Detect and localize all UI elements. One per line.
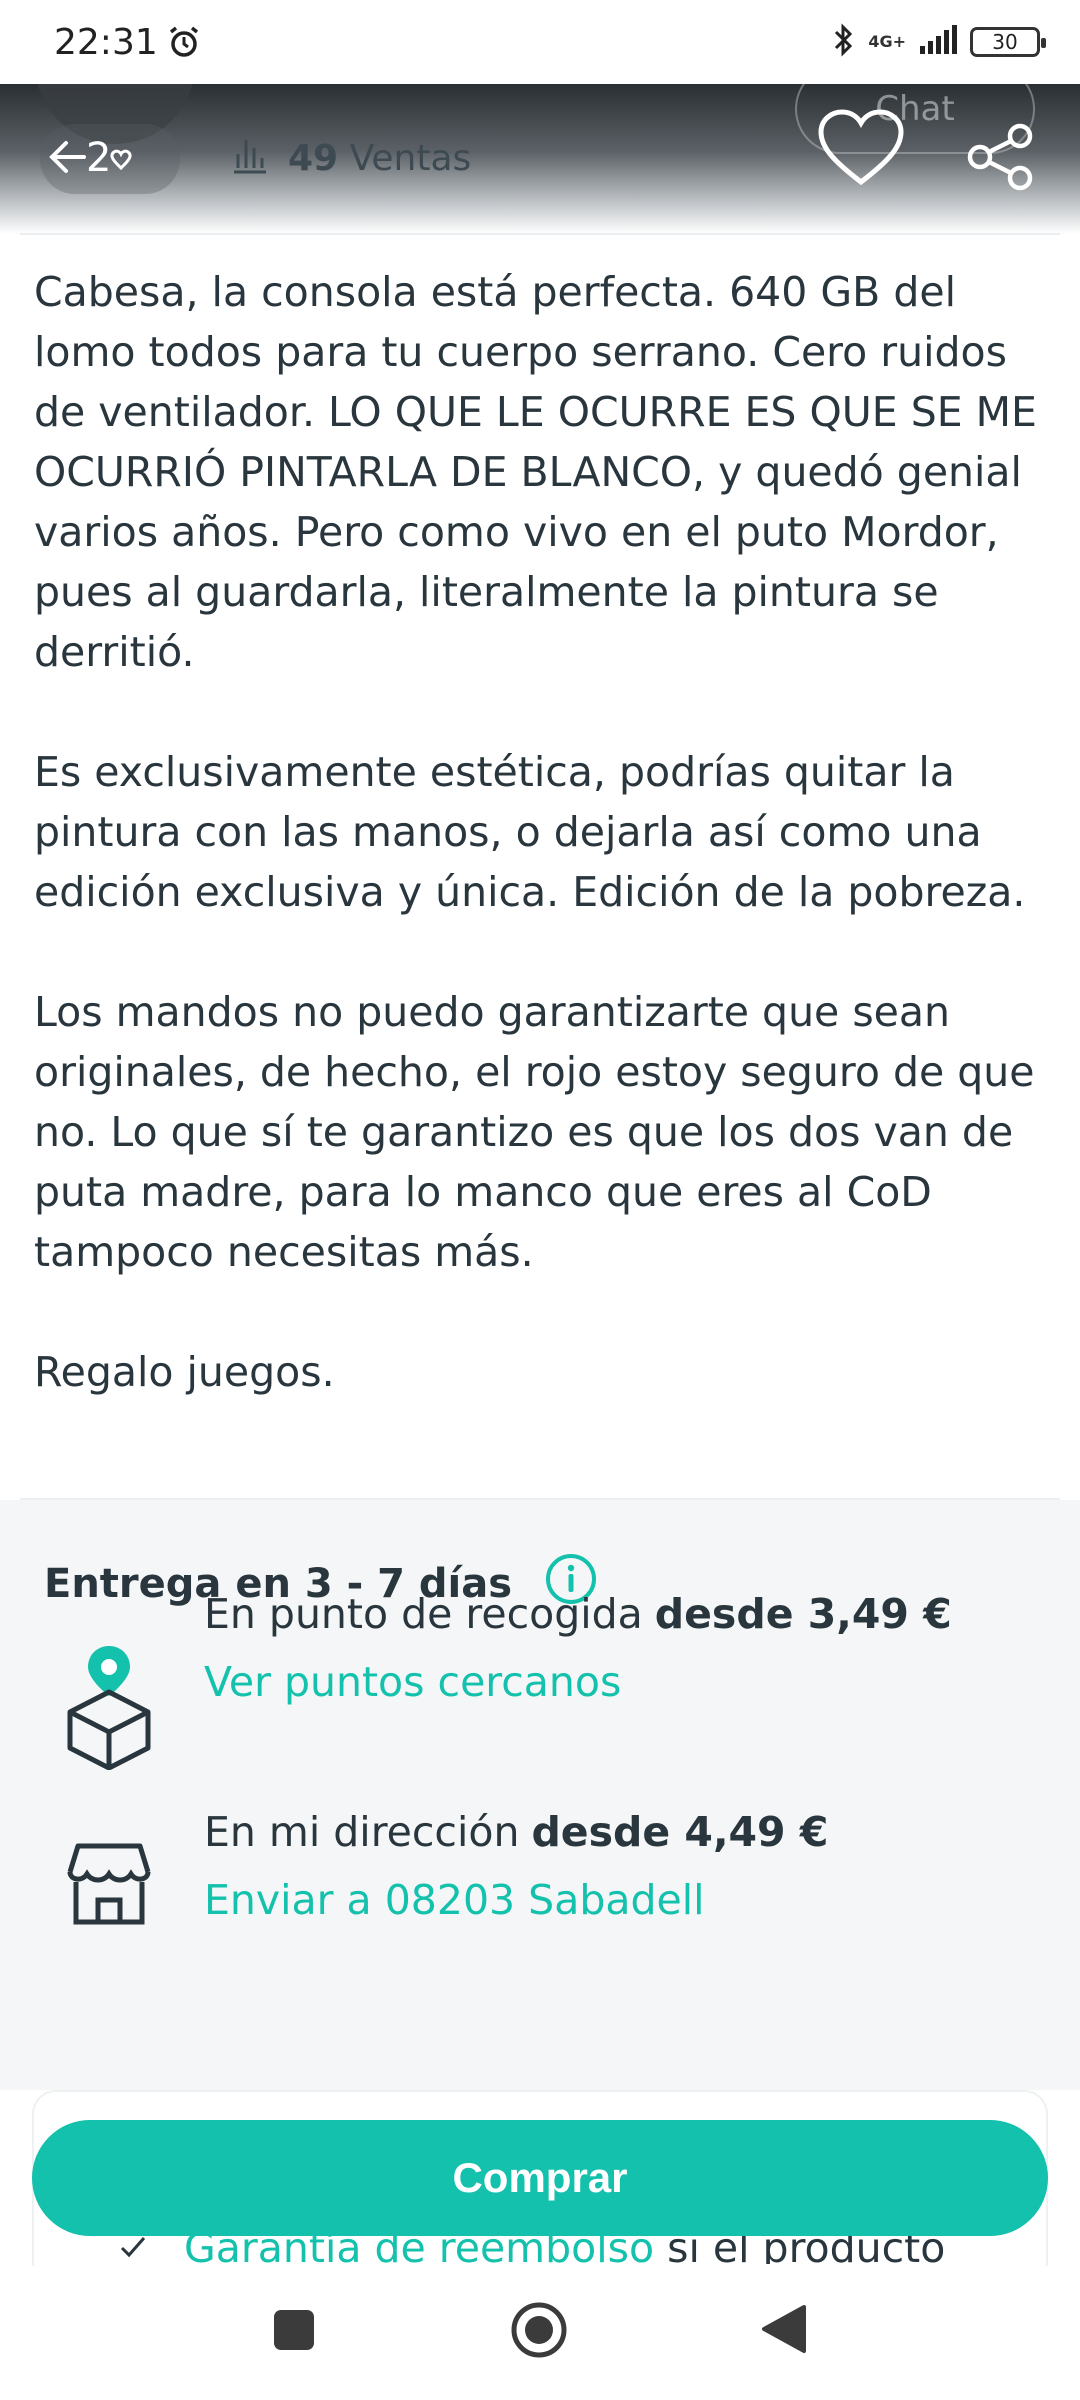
share-icon <box>966 123 1036 196</box>
product-header: Chat 2 49 Ventas <box>0 54 1080 234</box>
pickup-label: En punto de recogida desde 3,49 € <box>204 1590 952 1638</box>
home-link[interactable]: Enviar a 08203 Sabadell <box>204 1876 705 1924</box>
favorite-button[interactable] <box>815 106 907 194</box>
sales-label: Ventas <box>349 138 472 179</box>
bluetooth-icon <box>832 22 856 62</box>
guarantee-text: si el producto <box>667 2236 946 2264</box>
home-label-text: En mi dirección <box>204 1808 520 1856</box>
guarantee-row: Garantía de reembolso si el producto <box>0 2236 1080 2264</box>
stats-icon <box>230 134 270 183</box>
recents-button[interactable] <box>272 2308 316 2356</box>
delivery-section: Entrega en 3 - 7 días En punto de recogi… <box>0 1500 1080 2090</box>
back-button[interactable]: 2 <box>40 124 180 194</box>
check-icon <box>118 2236 148 2264</box>
pickup-label-text: En punto de recogida <box>204 1590 643 1638</box>
description-paragraph: Es exclusivamente estética, podrías quit… <box>34 748 1026 916</box>
alarm-icon <box>166 24 202 60</box>
description-paragraph: Regalo juegos. <box>34 1348 335 1396</box>
pickup-point-icon <box>64 1640 154 1774</box>
network-label: 4G+ <box>868 32 906 51</box>
sales-count: 49 Ventas <box>230 134 471 183</box>
description-paragraph: Los mandos no puedo garantizarte que sea… <box>34 988 1035 1276</box>
signal-icon <box>918 24 958 60</box>
home-delivery-icon <box>64 1838 154 1932</box>
home-label: En mi dirección desde 4,49 € <box>204 1808 828 1856</box>
favorite-icon <box>815 109 907 194</box>
share-button[interactable] <box>966 122 1036 196</box>
description-paragraph: Cabesa, la consola está perfecta. 640 GB… <box>34 268 1037 676</box>
back-icon: 2 <box>48 127 158 191</box>
home-price: desde 4,49 € <box>531 1808 829 1856</box>
battery-icon: 30 <box>970 27 1046 57</box>
sales-number: 49 <box>288 138 339 179</box>
product-description: Cabesa, la consola está perfecta. 640 GB… <box>34 262 1054 1402</box>
home-button[interactable] <box>510 2301 568 2363</box>
pickup-link[interactable]: Ver puntos cercanos <box>204 1658 621 1706</box>
system-nav-bar <box>0 2266 1080 2400</box>
buy-button[interactable]: Comprar <box>32 2120 1048 2236</box>
status-time: 22:31 <box>54 21 158 63</box>
back-nav-button[interactable] <box>760 2303 808 2359</box>
svg-text:2: 2 <box>86 135 111 181</box>
guarantee-link[interactable]: Garantía de reembolso <box>184 2236 654 2264</box>
status-bar: 22:31 4G+ 30 <box>0 0 1080 84</box>
pickup-price: desde 3,49 € <box>654 1590 952 1638</box>
